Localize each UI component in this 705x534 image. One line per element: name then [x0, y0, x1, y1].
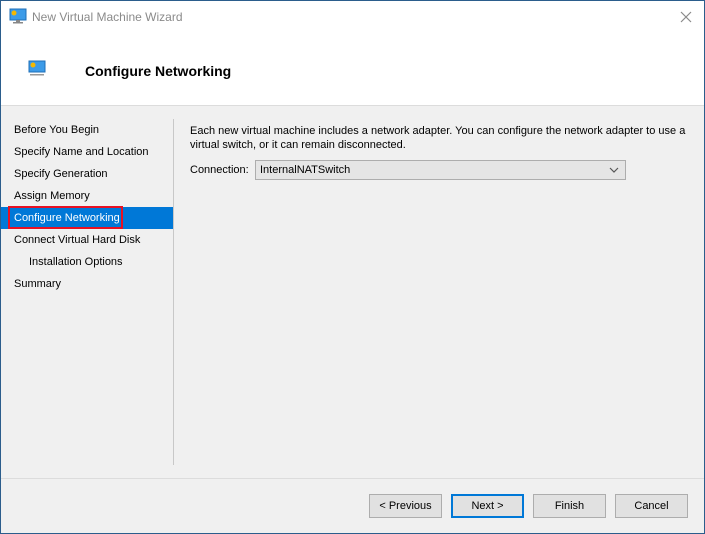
close-button[interactable]: [671, 5, 701, 29]
vertical-divider: [173, 119, 174, 465]
chevron-down-icon: [609, 167, 619, 173]
cancel-button[interactable]: Cancel: [615, 494, 688, 518]
step-installation-options[interactable]: Installation Options: [1, 251, 173, 273]
page-title: Configure Networking: [85, 63, 232, 79]
connection-dropdown[interactable]: InternalNATSwitch: [255, 160, 626, 180]
step-configure-networking[interactable]: Configure Networking: [1, 207, 173, 229]
step-specify-name-and-location[interactable]: Specify Name and Location: [1, 141, 173, 163]
title-bar: New Virtual Machine Wizard: [1, 1, 704, 33]
step-summary[interactable]: Summary: [1, 273, 173, 295]
virtual-machine-icon: [9, 8, 27, 24]
step-specify-generation[interactable]: Specify Generation: [1, 163, 173, 185]
step-connect-virtual-hard-disk[interactable]: Connect Virtual Hard Disk: [1, 229, 173, 251]
close-icon: [680, 11, 692, 23]
connection-label: Connection:: [190, 164, 249, 176]
step-before-you-begin[interactable]: Before You Begin: [1, 119, 173, 141]
next-button[interactable]: Next >: [451, 494, 524, 518]
footer-divider: [1, 478, 704, 479]
step-assign-memory[interactable]: Assign Memory: [1, 185, 173, 207]
wizard-window: New Virtual Machine Wizard Configure Net…: [0, 0, 705, 534]
finish-button[interactable]: Finish: [533, 494, 606, 518]
wizard-steps-nav: Before You Begin Specify Name and Locati…: [1, 119, 173, 295]
description-text: Each new virtual machine includes a netw…: [190, 125, 686, 151]
connection-selected-value: InternalNATSwitch: [260, 164, 351, 176]
previous-button[interactable]: < Previous: [369, 494, 442, 518]
wizard-header: Configure Networking: [1, 33, 704, 106]
window-title: New Virtual Machine Wizard: [32, 10, 183, 24]
virtual-machine-icon: [28, 60, 46, 76]
